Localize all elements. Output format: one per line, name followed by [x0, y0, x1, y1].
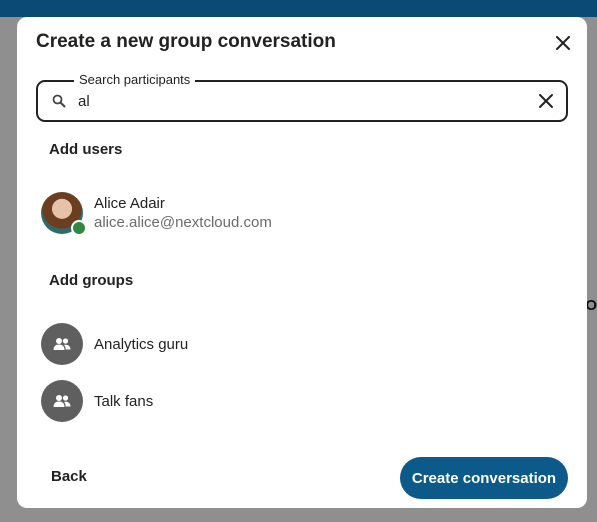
dialog-title: Create a new group conversation [36, 31, 336, 52]
group-avatar [41, 380, 83, 422]
group-row[interactable]: Talk fans [41, 380, 153, 422]
user-row[interactable]: Alice Adair alice.alice@nextcloud.com [41, 192, 272, 236]
group-icon [53, 338, 71, 350]
group-conversation-dialog: Create a new group conversation Search p… [17, 17, 587, 508]
online-status-icon [71, 220, 87, 236]
close-icon [556, 36, 570, 50]
section-title-users: Add users [49, 141, 123, 158]
avatar [41, 192, 87, 236]
back-button[interactable]: Back [51, 468, 87, 485]
close-button[interactable] [551, 31, 575, 55]
group-name: Talk fans [94, 392, 154, 410]
section-title-groups: Add groups [49, 272, 134, 289]
user-email: alice.alice@nextcloud.com [94, 214, 272, 231]
search-icon [52, 94, 66, 108]
app-header-bar [0, 0, 597, 17]
user-name: Alice Adair [94, 195, 165, 212]
clear-search-icon[interactable] [538, 93, 554, 109]
group-row[interactable]: Analytics guru [41, 323, 188, 365]
group-icon [53, 395, 71, 407]
search-field-label: Search participants [74, 72, 196, 88]
search-input[interactable] [78, 89, 518, 113]
create-conversation-button[interactable]: Create conversation [400, 457, 568, 499]
group-avatar [41, 323, 83, 365]
group-name: Analytics guru [94, 335, 189, 353]
search-field[interactable]: Search participants [36, 72, 568, 122]
background-text-fragment: O [585, 297, 597, 314]
